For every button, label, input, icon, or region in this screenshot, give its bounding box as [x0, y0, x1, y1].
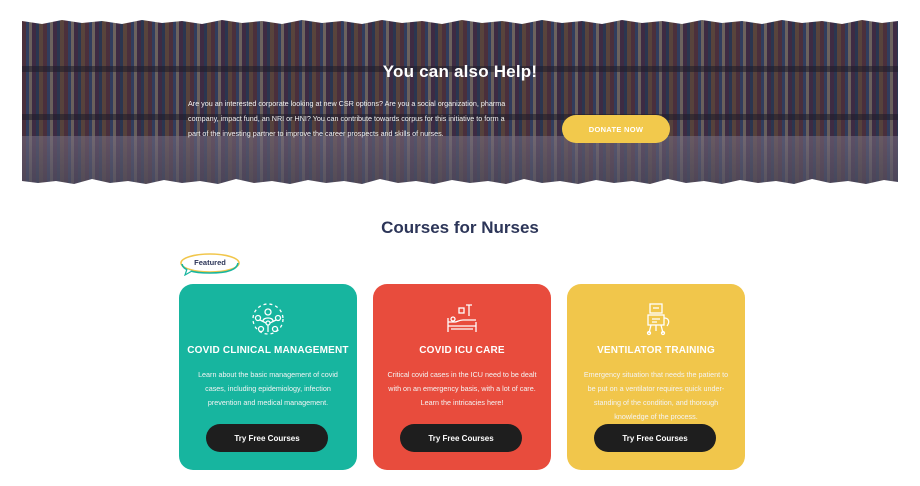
try-free-courses-button[interactable]: Try Free Courses — [594, 424, 716, 452]
torn-edge-bottom — [22, 179, 898, 186]
card-title: VENTILATOR TRAINING — [597, 345, 715, 356]
card-description: Critical covid cases in the ICU need to … — [387, 370, 537, 407]
card-description: Learn about the basic management of covi… — [198, 370, 338, 407]
course-card-ventilator[interactable]: VENTILATOR TRAINING Emergency situation … — [567, 284, 745, 470]
banner-title: You can also Help! — [382, 62, 538, 81]
banner-description: Are you an interested corporate looking … — [188, 99, 506, 138]
section-title: Courses for Nurses — [381, 218, 539, 237]
featured-badge: Featured — [179, 252, 241, 277]
card-description: Emergency situation that needs the patie… — [583, 370, 729, 421]
ventilator-icon — [646, 303, 670, 336]
course-card-covid-icu[interactable]: COVID ICU CARE Critical covid cases in t… — [373, 284, 551, 470]
icu-bed-icon — [447, 304, 477, 332]
torn-edge-top — [22, 18, 898, 24]
help-banner: You can also Help! Are you an interested… — [22, 18, 898, 186]
team-network-icon — [252, 303, 284, 335]
try-free-courses-button[interactable]: Try Free Courses — [400, 424, 522, 452]
try-free-courses-button[interactable]: Try Free Courses — [206, 424, 328, 452]
featured-label: Featured — [194, 258, 226, 267]
card-title: COVID ICU CARE — [419, 345, 505, 356]
course-card-covid-clinical[interactable]: COVID CLINICAL MANAGEMENT Learn about th… — [179, 284, 357, 470]
donate-now-button[interactable]: DONATE NOW — [562, 115, 670, 143]
card-title: COVID CLINICAL MANAGEMENT — [187, 345, 349, 356]
